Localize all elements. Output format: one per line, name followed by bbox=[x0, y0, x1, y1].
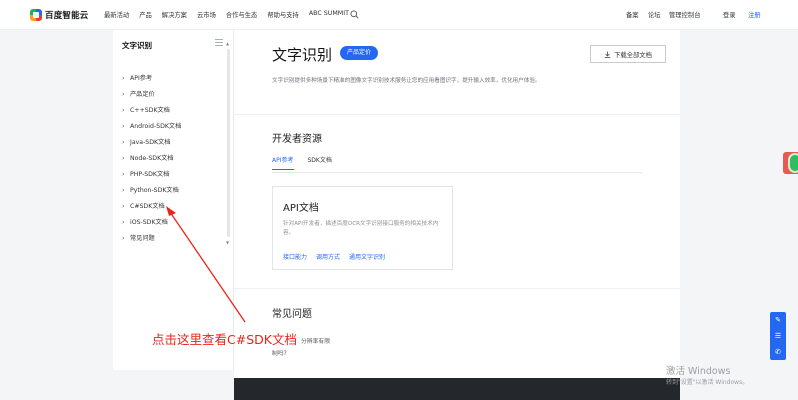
floating-toolbar: ✎ ☰ ✆ bbox=[770, 312, 786, 360]
annotation-arrow bbox=[166, 206, 246, 323]
annotation-text: 点击这里查看C#SDK文档 bbox=[152, 332, 297, 347]
edit-icon[interactable]: ✎ bbox=[770, 312, 786, 328]
windows-activation-hint: 转到"设置"以激活 Windows。 bbox=[666, 379, 749, 386]
chat-icon[interactable]: ☰ bbox=[770, 328, 786, 344]
phone-icon[interactable]: ✆ bbox=[770, 344, 786, 360]
page-root: 百度智能云 最新活动 产品 解决方案 云市场 合作与生态 帮助与支持 ABC S… bbox=[0, 0, 798, 400]
floating-assistant-icon[interactable] bbox=[788, 153, 798, 173]
windows-activation-title: 激活 Windows bbox=[666, 366, 731, 377]
